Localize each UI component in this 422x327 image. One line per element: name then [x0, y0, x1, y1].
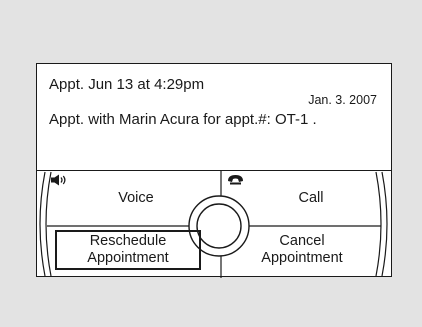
navigation-screen: Appt. Jun 13 at 4:29pm Jan. 3. 2007 Appt…	[36, 63, 392, 278]
call-button[interactable]: Call	[227, 174, 377, 222]
appointment-message: Appt. Jun 13 at 4:29pm Jan. 3. 2007 Appt…	[37, 64, 391, 169]
control-cluster: Voice Call Reschedule Appointment Cancel…	[37, 170, 391, 278]
cancel-label-line2: Appointment	[261, 250, 343, 266]
cancel-label-line1: Cancel	[279, 233, 325, 249]
message-date: Jan. 3. 2007	[308, 93, 377, 107]
call-label: Call	[298, 189, 324, 206]
voice-label: Voice	[118, 189, 154, 206]
cancel-appointment-button[interactable]: Cancel Appointment	[227, 230, 377, 270]
reschedule-label-line1: Reschedule	[89, 233, 167, 249]
reschedule-label-line2: Appointment	[87, 250, 169, 266]
appointment-time: Appt. Jun 13 at 4:29pm	[49, 76, 205, 93]
reschedule-appointment-button[interactable]: Reschedule Appointment	[55, 230, 201, 270]
voice-button[interactable]: Voice	[51, 174, 201, 222]
appointment-detail: Appt. with Marin Acura for appt.#: OT-1 …	[49, 111, 317, 128]
